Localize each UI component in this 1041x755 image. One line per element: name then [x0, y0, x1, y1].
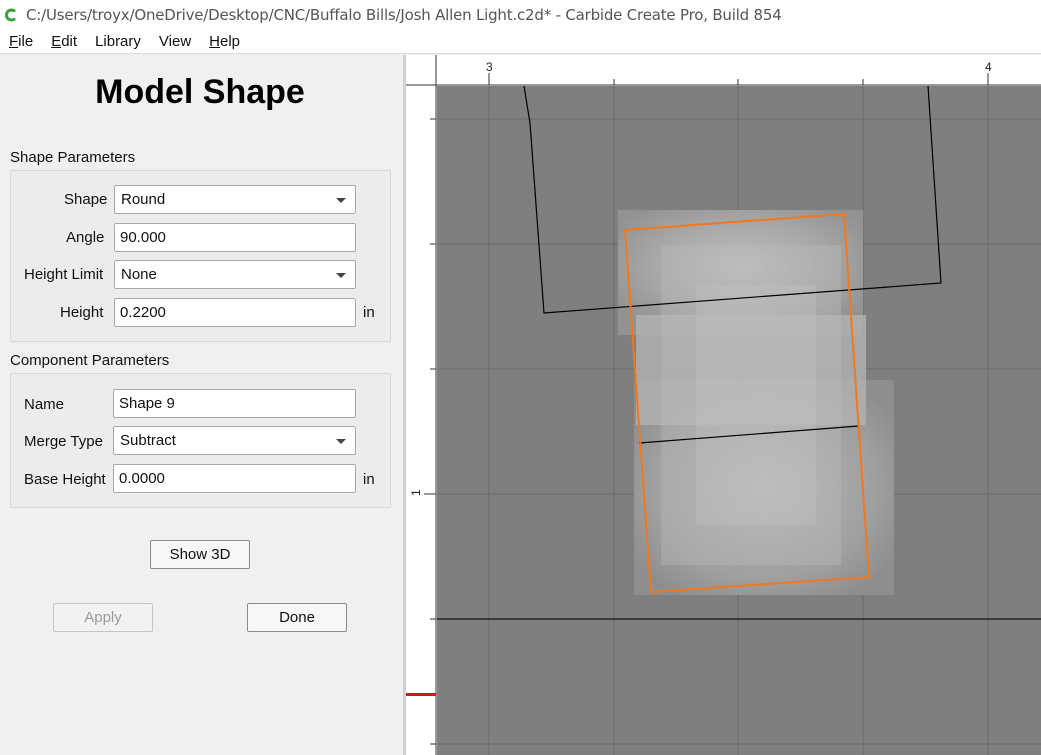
height-unit: in [363, 304, 375, 321]
shape-label: Shape [64, 191, 108, 208]
merge-type-select[interactable]: Subtract [113, 426, 356, 455]
height-label: Height [60, 304, 104, 321]
model-preview [618, 210, 894, 595]
apply-button[interactable]: Apply [53, 603, 153, 632]
done-button[interactable]: Done [247, 603, 347, 632]
window-title: C:/Users/troyx/OneDrive/Desktop/CNC/Buff… [26, 6, 782, 24]
angle-label: Angle [66, 229, 105, 246]
component-parameters-group: Name Shape 9 Merge Type Subtract Base He… [10, 373, 391, 508]
merge-type-label: Merge Type [24, 433, 103, 450]
ruler-label-1: 1 [409, 489, 423, 496]
shape-parameters-heading: Shape Parameters [10, 149, 136, 166]
height-input[interactable]: 0.2200 [114, 298, 356, 327]
menu-library[interactable]: Library [86, 33, 150, 50]
chevron-down-icon [336, 198, 346, 203]
ruler-label-3: 3 [486, 60, 493, 74]
shape-select[interactable]: Round [114, 185, 356, 214]
height-limit-select[interactable]: None [114, 260, 356, 289]
angle-input[interactable]: 90.000 [114, 223, 356, 252]
menu-file[interactable]: File [0, 33, 42, 50]
carbide-create-app-icon [5, 8, 17, 22]
base-height-unit: in [363, 471, 375, 488]
top-ruler [406, 55, 1041, 85]
menu-edit[interactable]: Edit [42, 33, 86, 50]
panel-title: Model Shape [95, 73, 305, 111]
design-canvas[interactable]: 3 4 1 [406, 55, 1041, 755]
height-limit-label: Height Limit [24, 266, 104, 283]
base-height-label: Base Height [24, 471, 106, 488]
base-height-input[interactable]: 0.0000 [113, 464, 356, 493]
component-parameters-heading: Component Parameters [10, 352, 170, 369]
chevron-down-icon [336, 439, 346, 444]
canvas-svg[interactable]: 3 4 1 [406, 55, 1041, 755]
name-input[interactable]: Shape 9 [113, 389, 356, 418]
menu-help[interactable]: Help [200, 33, 249, 50]
title-bar: C:/Users/troyx/OneDrive/Desktop/CNC/Buff… [0, 0, 1041, 30]
ruler-red-marker [406, 693, 436, 696]
menu-view[interactable]: View [150, 33, 200, 50]
left-ruler [406, 55, 436, 755]
ruler-label-4: 4 [985, 60, 992, 74]
chevron-down-icon [336, 273, 346, 278]
menu-bar: File Edit Library View Help [0, 30, 1041, 54]
shape-parameters-group: Shape Round Angle 90.000 Height Limit No… [10, 170, 391, 342]
show-3d-button[interactable]: Show 3D [150, 540, 250, 569]
model-shape-panel: Model Shape Shape Parameters Shape Round… [0, 55, 403, 755]
name-label: Name [24, 396, 65, 413]
